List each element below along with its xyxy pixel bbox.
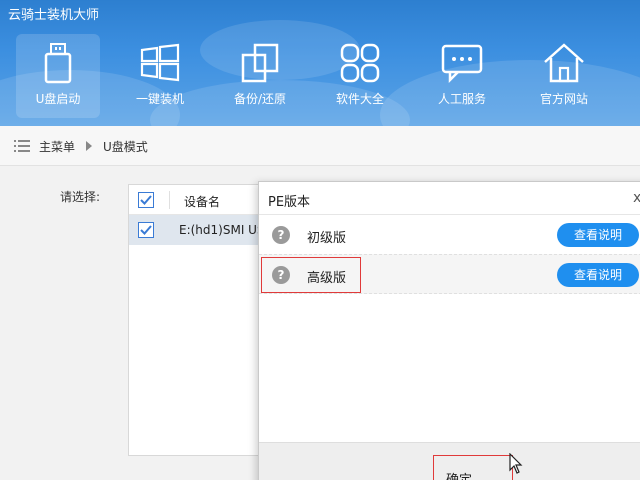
column-header-device: 设备名: [184, 195, 221, 209]
select-label: 请选择:: [60, 190, 101, 204]
nav-item-usb-boot[interactable]: U盘启动: [16, 34, 100, 118]
confirm-label: 确定: [446, 469, 472, 480]
view-details-button[interactable]: 查看说明: [557, 263, 639, 287]
column-separator: [169, 191, 170, 209]
highlight-box: [261, 257, 361, 293]
checkmark-icon: [140, 225, 152, 235]
nav-label-software: 软件大全: [335, 92, 384, 106]
device-name: E:(hd1)SMI US: [179, 223, 265, 237]
nav-item-support[interactable]: 人工服务: [420, 34, 504, 118]
home-icon: [544, 43, 584, 83]
header-checkbox[interactable]: [138, 192, 154, 208]
option-row-advanced[interactable]: ? 高级版 查看说明: [259, 254, 640, 294]
backup-restore-icon: [241, 43, 279, 83]
nav-label-official-site: 官方网站: [539, 92, 588, 106]
row-checkbox[interactable]: [138, 222, 154, 238]
nav-item-official-site[interactable]: 官方网站: [522, 34, 606, 118]
breadcrumb-current: U盘模式: [103, 140, 148, 154]
breadcrumb: 主菜单 U盘模式: [0, 126, 640, 166]
nav-label-support: 人工服务: [437, 92, 486, 106]
checkmark-icon: [140, 195, 152, 205]
triangle-right-icon: [86, 141, 92, 151]
breadcrumb-root[interactable]: 主菜单: [39, 138, 75, 155]
nav-item-one-click-install[interactable]: 一键装机: [118, 34, 202, 118]
app-window: 云骑士装机大师 U盘启动 一键装机 备份/还原 软件大全 人工服务 官方网站 主…: [0, 0, 640, 480]
software-grid-icon: [340, 43, 380, 83]
option-row-basic[interactable]: ? 初级版 查看说明: [259, 215, 640, 255]
mouse-cursor-icon: [509, 453, 523, 474]
nav-label-usb-boot: U盘启动: [35, 92, 81, 106]
question-circle-icon: ?: [272, 226, 290, 244]
nav-item-software[interactable]: 软件大全: [318, 34, 402, 118]
chat-bubble-icon: [441, 44, 483, 84]
list-icon[interactable]: [14, 139, 30, 153]
nav-item-backup-restore[interactable]: 备份/还原: [218, 34, 302, 118]
confirm-button[interactable]: 确定: [433, 455, 513, 480]
app-title: 云骑士装机大师: [8, 8, 100, 23]
nav-label-backup-restore: 备份/还原: [233, 92, 287, 106]
usb-drive-icon: [44, 43, 72, 84]
dialog-title: PE版本: [268, 195, 311, 210]
windows-logo-icon: [140, 43, 180, 82]
header-bar: 云骑士装机大师 U盘启动 一键装机 备份/还原 软件大全 人工服务 官方网站: [0, 0, 640, 126]
dialog-footer: 确定: [259, 442, 640, 480]
close-icon[interactable]: x: [633, 190, 640, 206]
option-label-basic: 初级版: [307, 231, 347, 246]
view-details-button[interactable]: 查看说明: [557, 223, 639, 247]
nav-label-one-click-install: 一键装机: [135, 92, 184, 106]
pe-version-dialog: PE版本 x ? 初级版 查看说明 ? 高级版 查看说明 确定: [258, 181, 640, 480]
main-nav: U盘启动 一键装机 备份/还原 软件大全 人工服务 官方网站: [0, 34, 640, 120]
